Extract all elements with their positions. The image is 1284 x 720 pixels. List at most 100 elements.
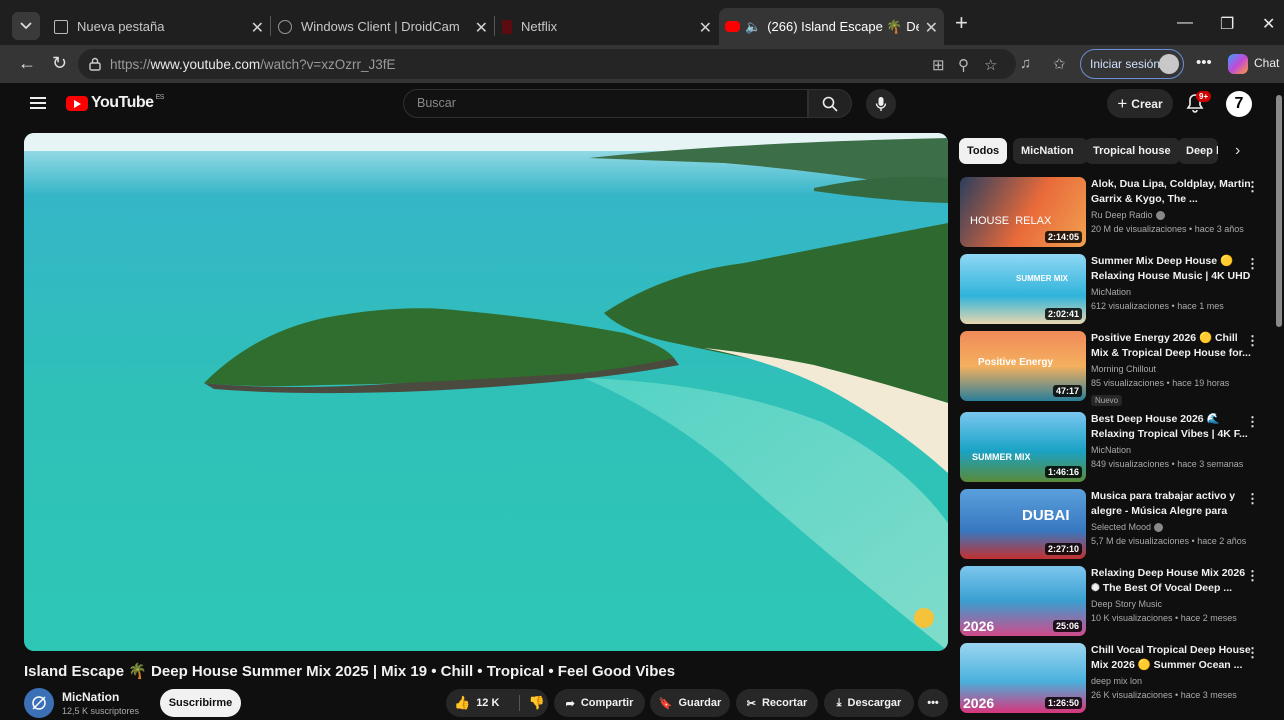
chat-label[interactable]: Chat — [1254, 56, 1279, 70]
back-button[interactable]: ← — [18, 53, 36, 74]
kebab-menu-icon[interactable]: ⋮ — [1246, 414, 1259, 430]
save-button[interactable]: 🔖 Guardar — [650, 689, 730, 717]
close-icon[interactable]: ✕ — [475, 18, 488, 38]
kebab-menu-icon[interactable]: ⋮ — [1246, 491, 1259, 507]
recommendation-item[interactable]: 2026 1:26:50 Chill Vocal Tropical Deep H… — [960, 643, 1276, 715]
recommendation-channel: Ru Deep Radio — [1091, 208, 1251, 222]
recommendation-channel: MicNation — [1091, 287, 1132, 297]
recommendation-item[interactable]: Positive Energy 47:17 Positive Energy 20… — [960, 331, 1276, 406]
chip-deep-house[interactable]: Deep h — [1178, 138, 1218, 164]
tab-netflix[interactable]: Netflix ✕ — [496, 8, 718, 45]
video-thumbnail[interactable]: DUBAI 2:27:10 — [960, 489, 1086, 559]
tab-bar: Nueva pestaña ✕ Windows Client | DroidCa… — [0, 0, 1284, 45]
refresh-button[interactable]: ↻ — [52, 53, 67, 74]
voice-search-button[interactable] — [866, 89, 896, 119]
close-icon[interactable]: ✕ — [699, 18, 712, 38]
search-button[interactable] — [808, 89, 852, 118]
close-icon[interactable]: ✕ — [925, 18, 938, 38]
recommendation-meta: 612 visualizaciones • hace 1 mes — [1091, 301, 1224, 311]
video-thumbnail[interactable]: SUMMER MIX 1:46:16 — [960, 412, 1086, 482]
kebab-menu-icon[interactable]: ⋮ — [1246, 568, 1259, 584]
youtube-icon — [725, 21, 740, 32]
share-button[interactable]: ➦ Compartir — [554, 689, 645, 717]
video-thumbnail[interactable]: SUMMER MIX 2:02:41 — [960, 254, 1086, 324]
url-path: /watch?v=xzOzrr_J3fE — [260, 56, 396, 72]
app-available-icon[interactable]: ⊞ — [932, 56, 945, 74]
search-icon — [822, 96, 838, 112]
url-domain: www.youtube.com — [150, 56, 261, 72]
channel-name[interactable]: MicNation — [62, 690, 119, 704]
recommendation-item[interactable]: SUMMER MIX 1:46:16 Best Deep House 2026 … — [960, 412, 1276, 484]
kebab-menu-icon[interactable]: ⋮ — [1246, 256, 1259, 272]
zoom-icon[interactable]: ⚲ — [958, 56, 969, 74]
video-player[interactable] — [24, 133, 948, 651]
kebab-menu-icon[interactable]: ⋮ — [1246, 333, 1259, 349]
thumbs-up-icon[interactable]: 👍 — [454, 695, 470, 711]
channel-avatar[interactable] — [24, 688, 54, 718]
minimize-button[interactable]: — — [1177, 14, 1193, 32]
recommendation-channel: Selected Mood — [1091, 520, 1251, 534]
window-close-button[interactable]: ✕ — [1262, 14, 1275, 34]
create-button[interactable]: + Crear — [1107, 89, 1173, 118]
channel-name: Ru Deep Radio — [1091, 210, 1153, 220]
like-count[interactable]: 12 K — [476, 697, 499, 709]
recommendation-meta: 10 K visualizaciones • hace 2 meses — [1091, 613, 1237, 623]
download-icon: ⤓ — [836, 696, 842, 709]
favorites-icon[interactable]: ✩ — [1053, 55, 1066, 73]
kebab-menu-icon[interactable]: ⋮ — [1246, 179, 1259, 195]
thumbs-down-icon[interactable]: 👎 — [519, 695, 545, 711]
lock-icon[interactable] — [88, 57, 102, 71]
new-badge: Nuevo — [1091, 395, 1123, 406]
thumbnail-text: SUMMER MIX — [1016, 274, 1068, 283]
video-thumbnail[interactable]: 2026 1:26:50 — [960, 643, 1086, 713]
recommendation-title: Positive Energy 2026 🟡 Chill Mix & Tropi… — [1091, 332, 1251, 359]
signin-button[interactable]: Iniciar sesión — [1080, 49, 1184, 79]
video-thumbnail[interactable]: Positive Energy 47:17 — [960, 331, 1086, 401]
chevron-right-icon[interactable]: › — [1235, 142, 1240, 160]
new-tab-button[interactable]: + — [955, 12, 968, 34]
recommendation-title: Relaxing Deep House Mix 2026 ✺ The Best … — [1091, 567, 1246, 594]
video-thumbnail[interactable]: 2026 25:06 — [960, 566, 1086, 636]
clip-button[interactable]: ✂ Recortar — [736, 689, 818, 717]
read-aloud-icon[interactable]: ♫ — [1020, 55, 1031, 72]
tab-droidcam[interactable]: Windows Client | DroidCam ✕ — [272, 8, 494, 45]
copilot-icon[interactable] — [1228, 54, 1248, 74]
account-avatar[interactable]: 7 — [1226, 91, 1252, 117]
page-scrollbar[interactable] — [1276, 95, 1282, 327]
recommendation-item[interactable]: SUMMER MIX 2:02:41 Summer Mix Deep House… — [960, 254, 1276, 326]
recommendation-channel: Morning Chillout — [1091, 364, 1157, 374]
video-frame-island — [24, 133, 948, 651]
tab-youtube[interactable]: 🔈 (266) Island Escape 🌴 Deep I ✕ — [719, 8, 944, 45]
youtube-logo[interactable]: YouTube ES — [66, 94, 164, 112]
kebab-menu-icon[interactable]: ⋮ — [1246, 645, 1259, 661]
recommendation-item[interactable]: DUBAI 2:27:10 Musica para trabajar activ… — [960, 489, 1276, 561]
video-duration: 1:26:50 — [1044, 697, 1082, 709]
recommendation-info: Alok, Dua Lipa, Coldplay, Martin Garrix … — [1091, 177, 1251, 236]
chip-micnation[interactable]: MicNation — [1013, 138, 1088, 164]
favorite-star-icon[interactable]: ☆ — [984, 56, 997, 74]
recommendation-meta: 85 visualizaciones • hace 19 horas — [1091, 378, 1230, 388]
subscribe-button[interactable]: Suscribirme — [160, 689, 241, 717]
chevron-down-icon — [20, 22, 32, 30]
channel-name: Selected Mood — [1091, 522, 1152, 532]
close-icon[interactable]: ✕ — [251, 18, 264, 38]
recommendation-item[interactable]: 2026 25:06 Relaxing Deep House Mix 2026 … — [960, 566, 1276, 638]
thumbnail-text: HOUSE RELAX — [970, 215, 1052, 227]
search-input[interactable]: Buscar — [403, 89, 808, 118]
tab-new-tab[interactable]: Nueva pestaña ✕ — [48, 8, 270, 45]
chip-tropical-house[interactable]: Tropical house — [1085, 138, 1180, 164]
speaker-icon[interactable]: 🔈 — [745, 19, 761, 35]
restore-button[interactable]: ❐ — [1220, 14, 1234, 34]
menu-icon[interactable] — [30, 97, 46, 109]
address-bar[interactable]: https://www.youtube.com/watch?v=xzOzrr_J… — [78, 49, 1016, 79]
more-actions-button[interactable]: ••• — [918, 689, 948, 717]
logo-text: YouTube — [91, 94, 154, 111]
chip-todos[interactable]: Todos — [959, 138, 1007, 164]
recommendation-title: Alok, Dua Lipa, Coldplay, Martin Garrix … — [1091, 178, 1251, 205]
tab-actions-button[interactable] — [12, 12, 40, 40]
video-thumbnail[interactable]: HOUSE RELAX 2:14:05 — [960, 177, 1086, 247]
signin-label: Iniciar sesión — [1090, 57, 1161, 71]
download-button[interactable]: ⤓ Descargar — [824, 689, 914, 717]
more-menu-icon[interactable]: ••• — [1196, 54, 1212, 71]
recommendation-item[interactable]: HOUSE RELAX 2:14:05 Alok, Dua Lipa, Cold… — [960, 177, 1276, 249]
